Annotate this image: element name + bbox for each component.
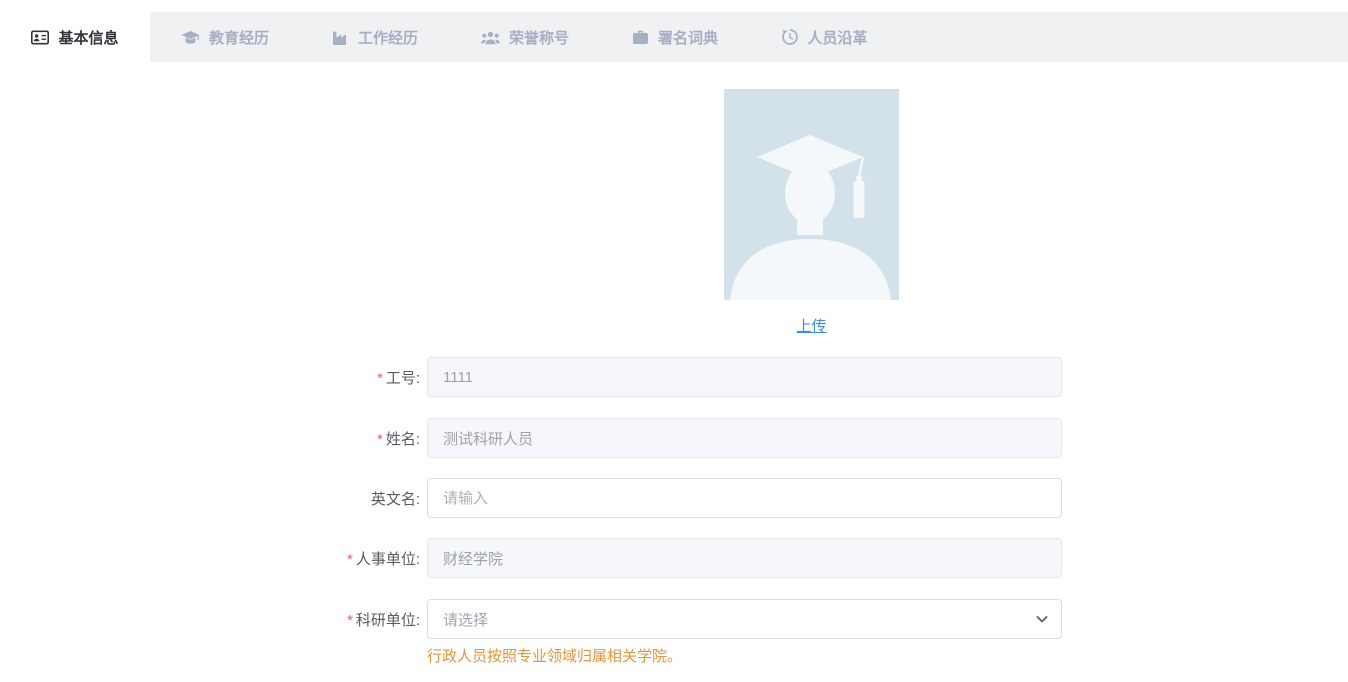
personnel-unit-input[interactable] xyxy=(427,538,1062,578)
required-marker: * xyxy=(347,551,353,568)
required-marker: * xyxy=(377,370,383,387)
field-label: 人事单位: xyxy=(356,548,420,569)
field-hint: 行政人员按照专业领域归属相关学院。 xyxy=(427,645,682,666)
chevron-down-icon xyxy=(1035,612,1049,626)
form-area: * 工号: * 姓名: 英文名: * xyxy=(0,0,1348,682)
form-row-name: * 姓名: xyxy=(0,418,1348,458)
form-row-employee-id: * 工号: xyxy=(0,357,1348,397)
form-row-research-unit: * 科研单位: 请选择 行政人员按照专业领域归属相关学院。 xyxy=(0,599,1348,639)
field-label: 姓名: xyxy=(386,428,420,449)
field-label: 工号: xyxy=(386,367,420,388)
employee-id-input[interactable] xyxy=(427,357,1062,397)
form-row-personnel-unit: * 人事单位: xyxy=(0,538,1348,578)
field-label: 科研单位: xyxy=(356,609,420,630)
required-marker: * xyxy=(347,612,353,629)
research-unit-select[interactable]: 请选择 xyxy=(427,599,1062,639)
form-row-english-name: 英文名: xyxy=(0,478,1348,518)
field-label: 英文名: xyxy=(371,488,420,509)
required-marker: * xyxy=(377,431,383,448)
personnel-form-page: 基本信息 教育经历 工作经历 荣誉称号 署名词典 人员沿革 xyxy=(0,0,1348,682)
select-value: 请选择 xyxy=(443,609,488,630)
english-name-input[interactable] xyxy=(427,478,1062,518)
name-input[interactable] xyxy=(427,418,1062,458)
